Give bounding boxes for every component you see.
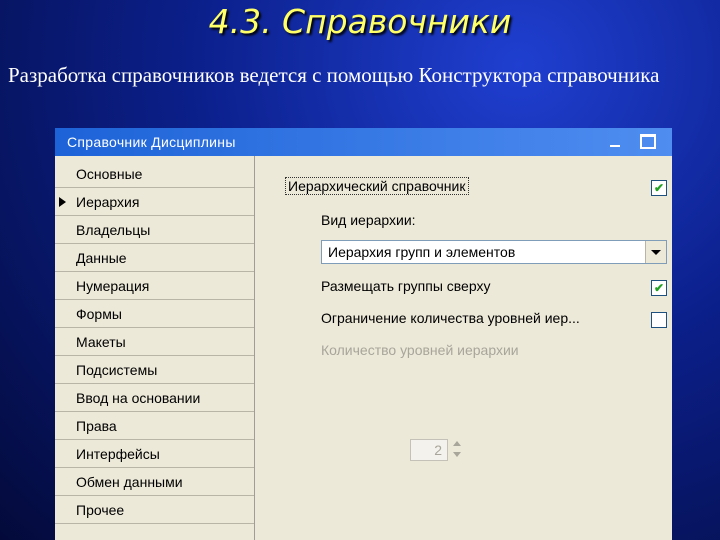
spin-down-icon[interactable] bbox=[453, 452, 461, 457]
spin-up-icon[interactable] bbox=[453, 441, 461, 446]
nav-item-prava[interactable]: Права bbox=[55, 413, 254, 440]
nav-item-interfeysy[interactable]: Интерфейсы bbox=[55, 441, 254, 468]
nav-item-vladeltsy[interactable]: Владельцы bbox=[55, 217, 254, 244]
nav-item-dannye[interactable]: Данные bbox=[55, 245, 254, 272]
slide-title: 4.3. Справочники bbox=[208, 2, 512, 41]
groups-on-top-label: Размещать группы сверху bbox=[321, 278, 491, 294]
nav-item-label: Права bbox=[76, 418, 117, 434]
hierarchy-type-value: Иерархия групп и элементов bbox=[328, 244, 516, 260]
catalog-designer-window: Справочник Дисциплины Основные Иерархия … bbox=[55, 128, 672, 540]
limit-levels-label: Ограничение количества уровней иер... bbox=[321, 310, 580, 326]
nav-item-label: Иерархия bbox=[76, 194, 140, 210]
nav-item-label: Обмен данными bbox=[76, 474, 183, 490]
nav-item-makety[interactable]: Макеты bbox=[55, 329, 254, 356]
hierarchical-catalog-label: Иерархический справочник bbox=[285, 177, 469, 195]
current-item-arrow-icon bbox=[59, 197, 66, 207]
nav-item-obmen-dannymi[interactable]: Обмен данными bbox=[55, 469, 254, 496]
nav-item-formy[interactable]: Формы bbox=[55, 301, 254, 328]
nav-item-label: Основные bbox=[76, 166, 143, 182]
limit-levels-checkbox[interactable] bbox=[651, 312, 667, 328]
window-titlebar[interactable]: Справочник Дисциплины bbox=[55, 128, 672, 156]
nav-item-osnovnye[interactable]: Основные bbox=[55, 161, 254, 188]
maximize-icon[interactable] bbox=[639, 134, 656, 149]
dropdown-arrow-icon[interactable] bbox=[645, 241, 666, 263]
window-title: Справочник Дисциплины bbox=[67, 134, 236, 150]
groups-on-top-checkbox[interactable]: ✔ bbox=[651, 280, 667, 296]
nav-item-label: Прочее bbox=[76, 502, 125, 518]
nav-item-label: Макеты bbox=[76, 334, 126, 350]
nav-item-label: Данные bbox=[76, 250, 127, 266]
nav-item-label: Интерфейсы bbox=[76, 446, 160, 462]
hierarchy-type-label: Вид иерархии: bbox=[321, 212, 416, 228]
hierarchy-type-select[interactable]: Иерархия групп и элементов bbox=[321, 240, 667, 264]
nav-item-vvod-na-osnovanii[interactable]: Ввод на основании bbox=[55, 385, 254, 412]
levels-count-label: Количество уровней иерархии bbox=[321, 342, 519, 358]
nav-item-label: Владельцы bbox=[76, 222, 151, 238]
minimize-icon[interactable] bbox=[607, 134, 623, 148]
nav-item-podsistemy[interactable]: Подсистемы bbox=[55, 357, 254, 384]
nav-item-label: Формы bbox=[76, 306, 122, 322]
hierarchy-settings-panel: Иерархический справочник ✔ Вид иерархии:… bbox=[255, 156, 672, 540]
nav-item-label: Ввод на основании bbox=[76, 390, 201, 406]
nav-item-numeratsiya[interactable]: Нумерация bbox=[55, 273, 254, 300]
nav-item-label: Нумерация bbox=[76, 278, 150, 294]
nav-item-label: Подсистемы bbox=[76, 362, 158, 378]
nav-item-ierarkhiya[interactable]: Иерархия bbox=[55, 189, 254, 216]
slide-text: Разработка справочников ведется с помощь… bbox=[8, 63, 660, 87]
levels-count-input[interactable]: 2 bbox=[410, 439, 448, 461]
hierarchical-catalog-checkbox[interactable]: ✔ bbox=[651, 180, 667, 196]
section-list: Основные Иерархия Владельцы Данные Нумер… bbox=[55, 156, 255, 540]
nav-item-prochee[interactable]: Прочее bbox=[55, 497, 254, 524]
